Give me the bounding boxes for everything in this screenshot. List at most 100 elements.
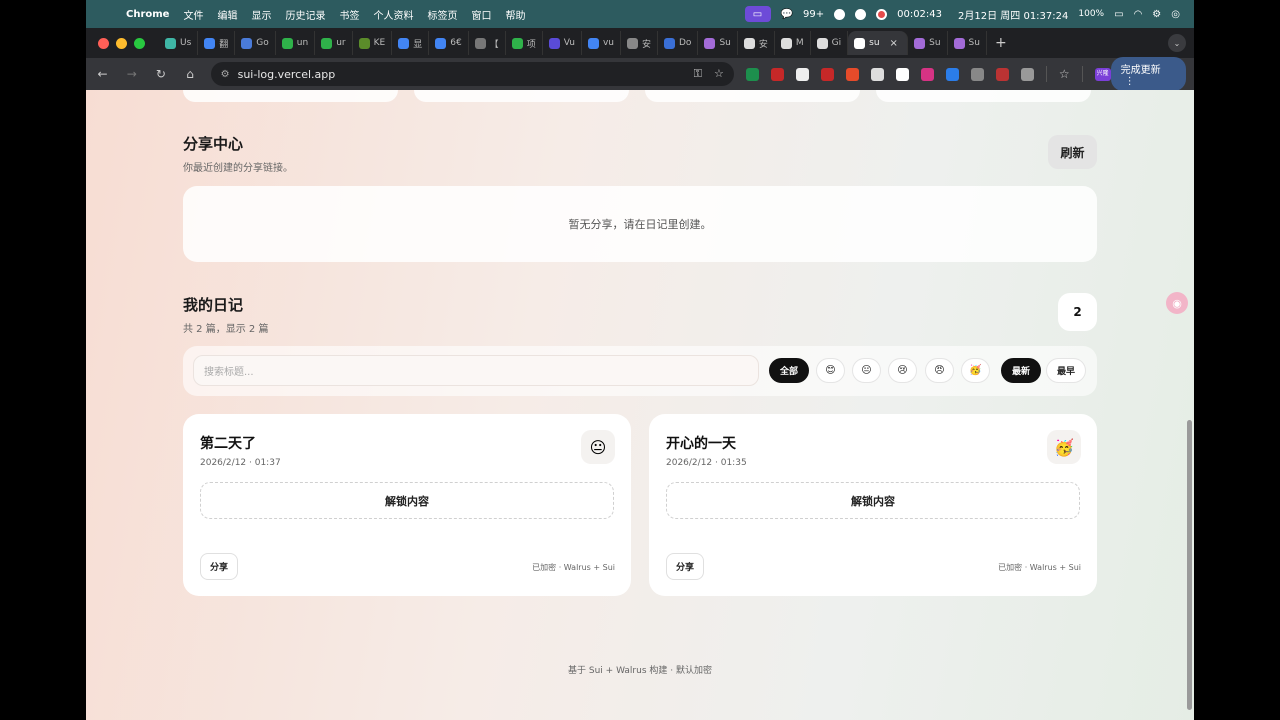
- tab-search-icon[interactable]: ⌄: [1168, 34, 1186, 52]
- browser-tab[interactable]: Gi: [811, 31, 849, 55]
- stat-card: [645, 90, 860, 102]
- mood-filter-happy[interactable]: 😊: [816, 358, 845, 383]
- extension-icon[interactable]: [745, 67, 759, 81]
- menu-tabs[interactable]: 标签页: [427, 7, 457, 22]
- browser-tab[interactable]: Us: [159, 31, 199, 55]
- menubar-datetime[interactable]: 2月12日 周四 01:37:24: [958, 7, 1068, 22]
- profile-avatar[interactable]: 兴隆: [1094, 67, 1111, 81]
- menu-file[interactable]: 文件: [183, 7, 203, 22]
- update-button[interactable]: 完成更新 ⋮: [1110, 57, 1186, 91]
- home-icon[interactable]: ⌂: [177, 67, 202, 81]
- mood-filter-sad[interactable]: 😢: [888, 358, 917, 383]
- control-center-icon[interactable]: ⚙: [1152, 9, 1161, 20]
- browser-tab[interactable]: 翻: [198, 31, 236, 55]
- browser-window: Chrome 文件 编辑 显示 历史记录 书签 个人资料 标签页 窗口 帮助 ▭…: [86, 0, 1194, 720]
- forward-icon[interactable]: →: [119, 67, 144, 81]
- browser-tab[interactable]: 项: [506, 31, 543, 55]
- sort-newest-button[interactable]: 最新: [1001, 358, 1041, 383]
- diary-entry-card[interactable]: 第二天了 2026/2/12 · 01:37 😐 解锁内容 分享 已加密 · W…: [183, 414, 631, 596]
- back-icon[interactable]: ←: [90, 67, 115, 81]
- unlock-content-button[interactable]: 解锁内容: [666, 482, 1080, 519]
- browser-tab[interactable]: 安: [621, 31, 658, 55]
- extension-icon[interactable]: [995, 67, 1009, 81]
- browser-tab[interactable]: Su: [908, 31, 948, 55]
- pause-icon[interactable]: [855, 8, 867, 20]
- diary-entry-card[interactable]: 开心的一天 2026/2/12 · 01:35 🥳 解锁内容 分享 已加密 · …: [649, 414, 1097, 596]
- share-button[interactable]: 分享: [666, 553, 704, 580]
- puzzle-icon[interactable]: [1020, 67, 1034, 81]
- bookmark-star-icon[interactable]: ☆: [714, 67, 724, 81]
- toolbar-separator: [1081, 66, 1083, 82]
- extension-icon[interactable]: [895, 67, 909, 81]
- password-key-icon[interactable]: ⚿: [694, 67, 702, 81]
- browser-tab[interactable]: Do: [658, 31, 699, 55]
- browser-tab[interactable]: 6€: [429, 31, 469, 55]
- compass-icon[interactable]: [834, 8, 846, 20]
- menu-bookmarks[interactable]: 书签: [339, 7, 359, 22]
- extension-icon[interactable]: [970, 67, 984, 81]
- wechat-icon[interactable]: 💬: [781, 9, 793, 20]
- menu-edit[interactable]: 编辑: [217, 7, 237, 22]
- extension-icon[interactable]: [795, 67, 809, 81]
- browser-tab[interactable]: un: [276, 31, 316, 55]
- page-scrollbar[interactable]: [1187, 420, 1192, 710]
- filter-all-button[interactable]: 全部: [769, 358, 809, 383]
- site-info-icon[interactable]: ⚙: [221, 69, 230, 80]
- diary-subtitle: 共 2 篇，显示 2 篇: [183, 324, 269, 335]
- search-input[interactable]: 搜索标题...: [193, 355, 759, 386]
- share-button[interactable]: 分享: [200, 553, 238, 580]
- mood-filter-party[interactable]: 🥳: [961, 358, 990, 383]
- extension-icon[interactable]: [845, 67, 859, 81]
- menu-help[interactable]: 帮助: [505, 7, 525, 22]
- siri-icon[interactable]: ◎: [1171, 9, 1180, 20]
- record-icon[interactable]: [876, 8, 888, 20]
- browser-tab[interactable]: 显: [392, 31, 430, 55]
- tab-label: 安: [641, 39, 651, 50]
- screen-share-icon[interactable]: ▭: [744, 6, 771, 22]
- menu-view[interactable]: 显示: [251, 7, 271, 22]
- refresh-button[interactable]: 刷新: [1048, 135, 1097, 169]
- battery-icon[interactable]: ▭: [1114, 9, 1123, 20]
- tab-label: 6€: [450, 38, 462, 48]
- address-url: sui-log.vercel.app: [237, 67, 336, 81]
- adblock-icon[interactable]: [820, 67, 834, 81]
- extension-icon[interactable]: [770, 67, 784, 81]
- mood-filter-neutral[interactable]: 😐: [852, 358, 881, 383]
- translate-icon[interactable]: [920, 67, 934, 81]
- tab-favicon-icon: [281, 37, 293, 49]
- menu-window[interactable]: 窗口: [471, 7, 491, 22]
- sort-oldest-button[interactable]: 最早: [1046, 358, 1086, 383]
- zoom-window-button[interactable]: [134, 37, 145, 49]
- browser-tab[interactable]: Go: [235, 31, 276, 55]
- bookmarks-star-icon[interactable]: ☆: [1059, 67, 1070, 81]
- menu-history[interactable]: 历史记录: [285, 7, 325, 22]
- browser-tab[interactable]: vu: [582, 31, 621, 55]
- mood-filter-angry[interactable]: 😠: [925, 358, 954, 383]
- browser-tab[interactable]: Vu: [543, 31, 582, 55]
- unlock-content-button[interactable]: 解锁内容: [200, 482, 614, 519]
- wifi-icon[interactable]: ◠: [1134, 9, 1143, 20]
- browser-tab[interactable]: Su: [698, 31, 738, 55]
- extension-icon[interactable]: [870, 67, 884, 81]
- extension-icon[interactable]: [945, 67, 959, 81]
- browser-tab[interactable]: ur: [315, 31, 353, 55]
- browser-tab[interactable]: Su: [948, 31, 987, 55]
- menubar-app-name[interactable]: Chrome: [126, 9, 169, 20]
- browser-tab[interactable]: M: [775, 31, 811, 55]
- browser-tab[interactable]: su ×: [848, 31, 909, 55]
- browser-tab[interactable]: 【: [469, 31, 506, 55]
- browser-tab[interactable]: KE: [353, 31, 393, 55]
- close-window-button[interactable]: [98, 37, 109, 49]
- new-tab-icon[interactable]: +: [995, 35, 1007, 51]
- entry-mood-icon: 🥳: [1047, 430, 1081, 464]
- menu-profiles[interactable]: 个人资料: [373, 7, 413, 22]
- browser-tab[interactable]: 安: [738, 31, 775, 55]
- address-bar[interactable]: ⚙ sui-log.vercel.app ⚿ ☆: [210, 62, 734, 86]
- minimize-window-button[interactable]: [116, 37, 127, 49]
- floating-extension-icon[interactable]: ◉: [1166, 292, 1188, 314]
- reload-icon[interactable]: ↻: [148, 67, 173, 81]
- more-menu-icon[interactable]: ⋮: [1125, 76, 1135, 87]
- close-tab-icon[interactable]: ×: [890, 38, 898, 49]
- tab-label: 【: [489, 39, 499, 50]
- tab-label: 项: [526, 39, 536, 50]
